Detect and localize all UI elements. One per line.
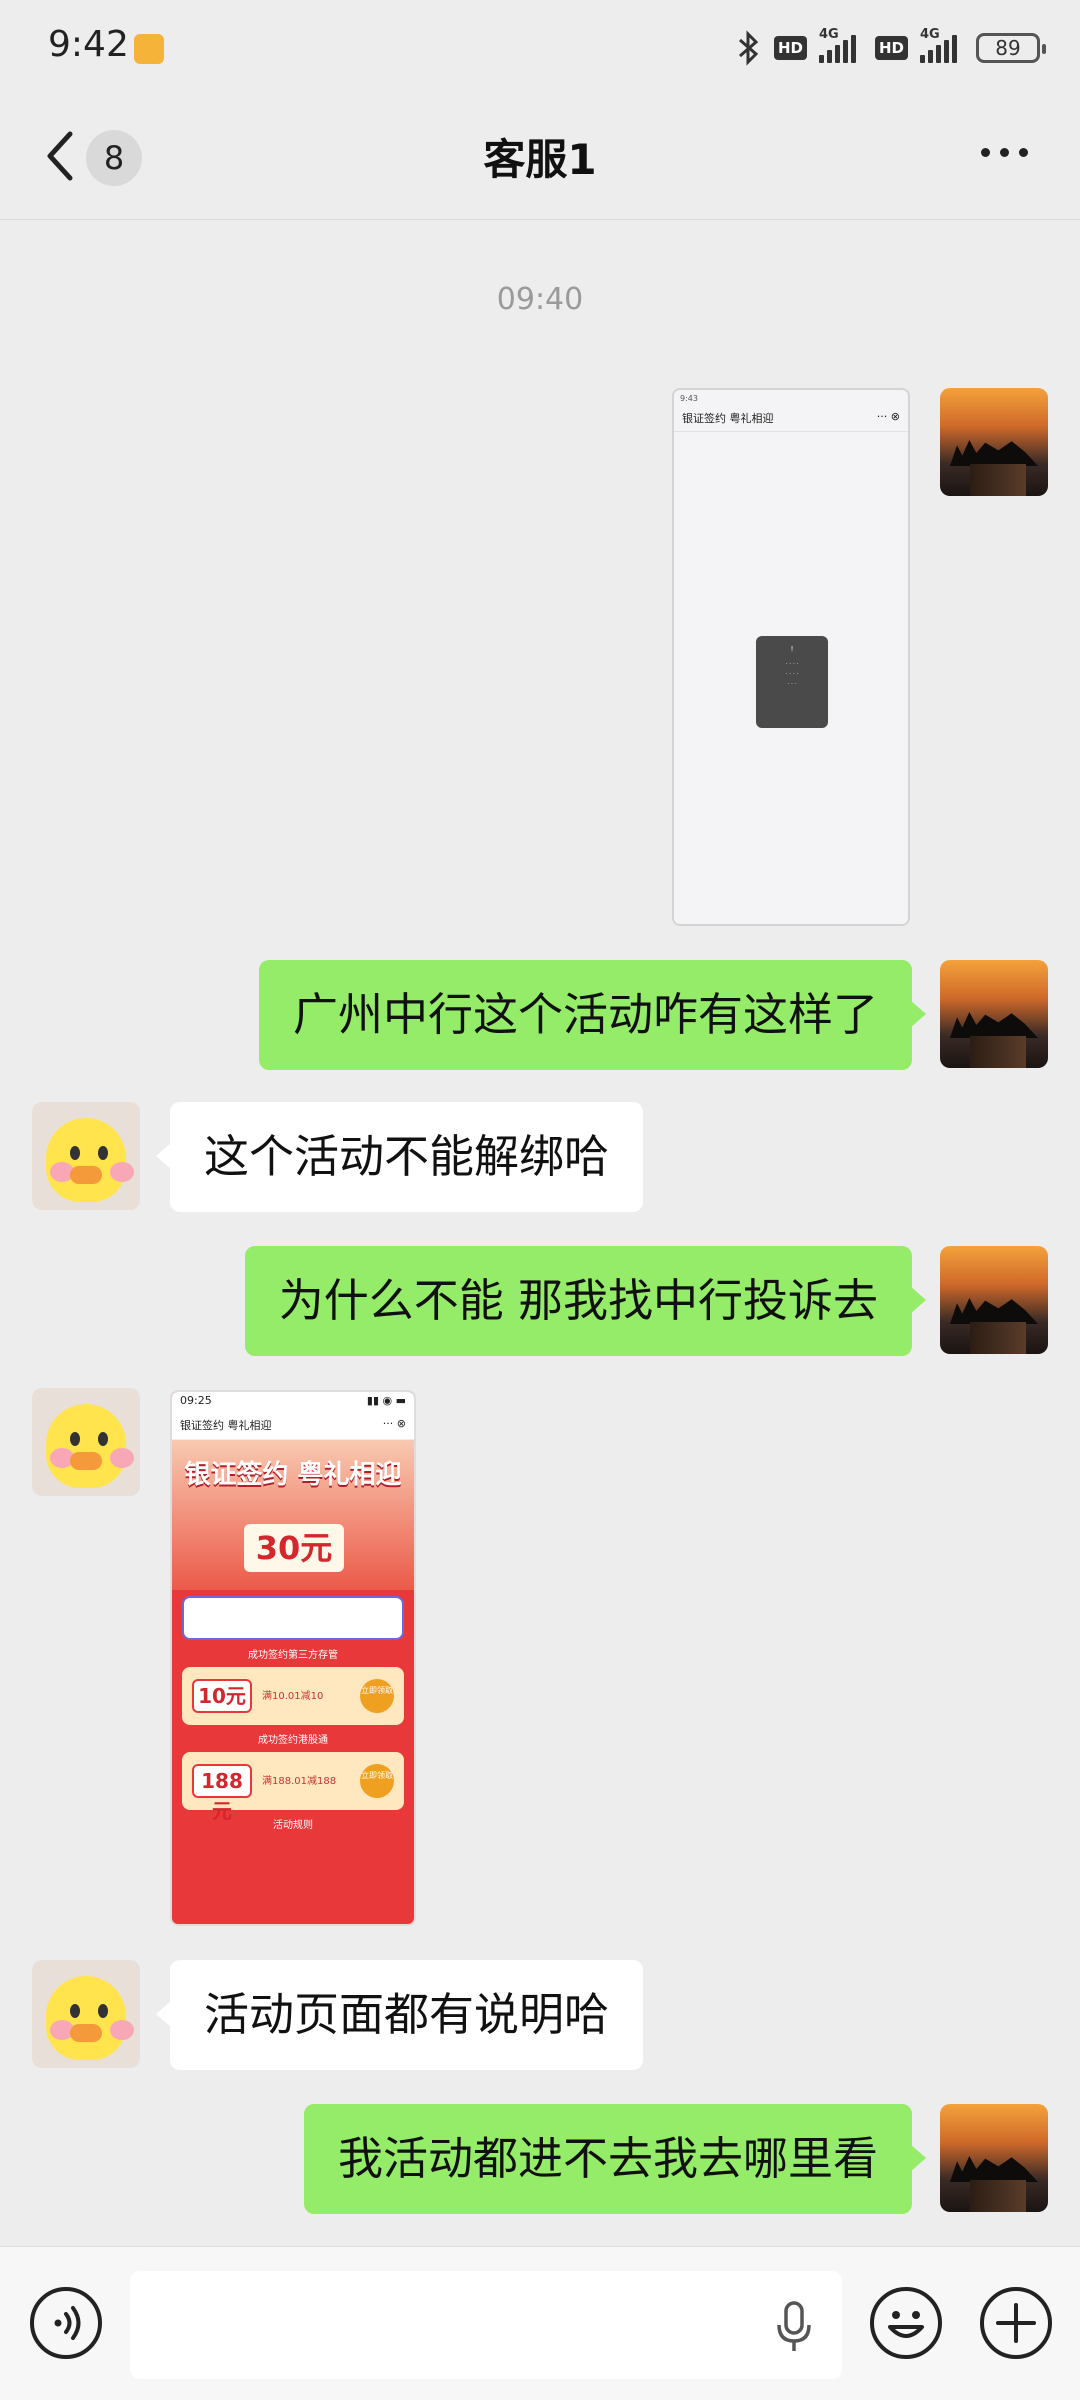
promo-banner: 银证签约 粤礼相迎 30元 <box>172 1440 414 1590</box>
status-time: 9:42 <box>48 24 129 65</box>
message-input[interactable] <box>130 2271 842 2379</box>
promo-notice <box>182 1596 404 1640</box>
contact-avatar[interactable] <box>32 1102 140 1210</box>
status-bar: 9:42 HD 4G HD 4G 89 <box>0 0 1080 96</box>
promo-claim-button: 立即领取 <box>360 1679 394 1713</box>
promo-section-label: 成功签约港股通 <box>258 1735 328 1746</box>
thumbnail-status-bar: 9:43 <box>680 394 698 403</box>
promo-claim-button: 立即领取 <box>360 1764 394 1798</box>
status-icons: HD 4G HD 4G 89 <box>736 27 1046 68</box>
chat-title: 客服1 <box>483 135 597 184</box>
promo-card: 188元 满188.01减188 立即领取 <box>182 1752 404 1823</box>
message-bubble-sent[interactable]: 为什么不能 那我找中行投诉去 <box>244 1246 927 1356</box>
bluetooth-icon <box>738 30 759 66</box>
thumbnail-error-toast: ! · · · · · · · · · · · <box>756 636 828 728</box>
thumbnail-header: 银证签约 粤礼相迎 ··· ⊗ <box>674 406 908 432</box>
toast-text: ! <box>790 645 794 653</box>
promo-title: 银证签约 粤礼相迎 <box>184 1460 402 1490</box>
thumbnail-header: 银证签约 粤礼相迎 ··· ⊗ <box>172 1412 414 1440</box>
my-avatar[interactable] <box>940 960 1048 1068</box>
promo-card-desc: 满188.01减188 <box>262 1776 337 1787</box>
my-avatar[interactable] <box>940 1246 1048 1354</box>
thumbnail-title: 银证签约 粤礼相迎 <box>180 1419 272 1432</box>
hd-icon: HD <box>773 36 807 60</box>
message-input-bar <box>0 2246 1080 2400</box>
message-timestamp: 09:40 <box>496 282 584 317</box>
network-type-label: 4G <box>818 27 839 42</box>
network-type-label: 4G <box>920 27 940 42</box>
chat-header: 8 客服1 <box>0 96 1080 220</box>
promo-card-amount: 10元 <box>192 1679 252 1713</box>
signal-icon: 4G <box>920 27 964 63</box>
message-bubble-sent[interactable]: 广州中行这个活动咋有这样了 <box>258 960 927 1070</box>
more-dots-icon: ··· ⊗ <box>382 1417 406 1430</box>
image-message-promo[interactable]: 09:25 ▮▮ ◉ ▬ 银证签约 粤礼相迎 ··· ⊗ 银证签约 粤礼相迎 3… <box>170 1390 416 1926</box>
promo-section-label: 成功签约第三方存管 <box>248 1650 338 1661</box>
more-dots-icon: ··· ⊗ <box>876 410 900 423</box>
my-avatar[interactable] <box>940 2104 1048 2212</box>
hd-icon: HD <box>874 36 908 60</box>
promo-card: 10元 满10.01减10 立即领取 <box>182 1667 404 1725</box>
my-avatar[interactable] <box>940 388 1048 496</box>
thumbnail-time: 09:25 <box>180 1394 212 1407</box>
message-bubble-sent[interactable]: 我活动都进不去我去哪里看 <box>303 2104 927 2214</box>
promo-coupon: 30元 <box>244 1524 344 1572</box>
promo-card-desc: 满10.01减10 <box>262 1691 324 1702</box>
battery-icon: 89 <box>976 33 1046 63</box>
contact-avatar[interactable] <box>32 1960 140 2068</box>
thumbnail-title: 银证签约 粤礼相迎 <box>682 412 774 425</box>
emoji-icon[interactable] <box>870 2287 942 2359</box>
promo-card-amount: 188元 <box>192 1764 252 1823</box>
voice-icon[interactable] <box>30 2287 102 2359</box>
contact-avatar[interactable] <box>32 1388 140 1496</box>
image-message-screenshot[interactable]: 9:43 银证签约 粤礼相迎 ··· ⊗ ! · · · · · · · · · ·… <box>672 388 910 926</box>
message-bubble-received[interactable]: 活动页面都有说明哈 <box>155 1960 644 2070</box>
message-bubble-received[interactable]: 这个活动不能解绑哈 <box>155 1102 644 1212</box>
notification-icon <box>134 34 164 64</box>
more-dots-icon[interactable] <box>981 148 1028 157</box>
signal-icon: ▮▮ ◉ ▬ <box>366 1394 406 1407</box>
microphone-icon[interactable] <box>774 2301 814 2353</box>
plus-icon[interactable] <box>980 2287 1052 2359</box>
signal-icon: 4G <box>818 27 863 63</box>
thumbnail-status-bar: 09:25 ▮▮ ◉ ▬ <box>172 1392 414 1412</box>
